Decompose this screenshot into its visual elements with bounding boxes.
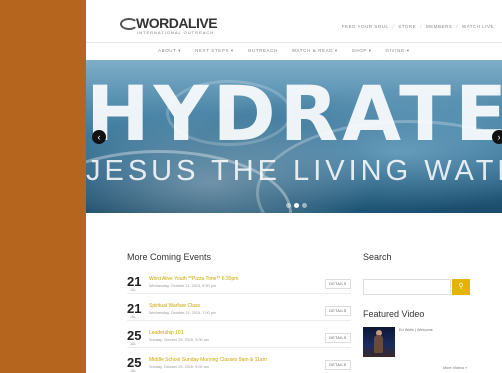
nav-item-shop[interactable]: SHOP ▾ xyxy=(352,48,372,54)
slider-dot[interactable] xyxy=(286,203,291,208)
top-link-feed-your-soul[interactable]: FEED YOUR SOUL xyxy=(342,24,389,29)
events-section: More Coming Events 21 JUL Word Alive You… xyxy=(127,252,351,373)
top-links: FEED YOUR SOUL / STORE / MEMBERS / WATCH… xyxy=(342,24,494,29)
video-caption-link[interactable]: Ed Wells | Welcome xyxy=(399,328,433,332)
left-background-bar xyxy=(0,0,86,373)
event-title-link[interactable]: Middle School Sunday Morning Classes 9am… xyxy=(149,357,267,363)
event-day: 21 xyxy=(127,274,142,289)
events-heading: More Coming Events xyxy=(127,252,212,262)
event-row: 25 JUL Leadership 101 Sunday, October 25… xyxy=(127,329,351,348)
featured-video-heading: Featured Video xyxy=(363,309,425,319)
event-month: JUL xyxy=(130,369,137,373)
nav-item-about[interactable]: ABOUT ▾ xyxy=(158,48,181,54)
event-day: 21 xyxy=(127,301,142,316)
hero-title: HYDRATE xyxy=(86,69,502,158)
search-heading: Search xyxy=(363,252,392,262)
nav-item-next-steps[interactable]: NEXT STEPS ▾ xyxy=(195,48,234,54)
event-month: JUL xyxy=(130,288,137,292)
video-thumbnail[interactable] xyxy=(363,327,395,357)
event-date: Sunday, October 25, 2015, 9:00 am xyxy=(149,365,209,369)
hero-subtitle: JESUS THE LIVING WATER xyxy=(86,155,502,187)
event-details-button[interactable]: DETAILS xyxy=(325,279,351,289)
site-header: WORDALIVE INTERNATIONAL OUTREACH FEED YO… xyxy=(86,0,502,40)
event-row: 25 JUL Middle School Sunday Morning Clas… xyxy=(127,356,351,373)
top-link-members[interactable]: MEMBERS xyxy=(426,24,452,29)
event-month: JUL xyxy=(130,315,137,319)
top-link-separator: / xyxy=(420,24,422,29)
logo-text: WORDALIVE xyxy=(136,15,218,31)
event-details-button[interactable]: DETAILS xyxy=(325,333,351,343)
search-input[interactable] xyxy=(363,279,451,295)
event-day: 25 xyxy=(127,355,142,370)
speaker-figure xyxy=(374,335,383,353)
chevron-right-icon[interactable]: › xyxy=(492,130,502,144)
website-page: WORDALIVE INTERNATIONAL OUTREACH FEED YO… xyxy=(86,0,502,373)
top-link-watch-live[interactable]: WATCH LIVE xyxy=(462,24,494,29)
top-link-separator: / xyxy=(392,24,395,29)
top-link-store[interactable]: STORE xyxy=(398,24,416,29)
search-button[interactable]: ⚲ xyxy=(452,279,470,295)
event-details-button[interactable]: DETAILS xyxy=(325,306,351,316)
event-row: 21 JUL Word Alive Youth **Pizza Time** 6… xyxy=(127,275,351,294)
event-date: Sunday, October 25, 2015, 9:00 am xyxy=(149,338,209,342)
event-title-link[interactable]: Spiritual Warfare Class xyxy=(149,303,200,309)
event-month: JUL xyxy=(130,342,137,346)
event-row: 21 JUL Spiritual Warfare Class Wednesday… xyxy=(127,302,351,321)
more-videos-link[interactable]: More Videos » xyxy=(443,366,467,370)
search-icon: ⚲ xyxy=(458,283,464,290)
event-date: Wednesday, October 21, 2015, 6:30 pm xyxy=(149,284,216,288)
event-title-link[interactable]: Word Alive Youth **Pizza Time** 6:30pm xyxy=(149,276,238,282)
event-details-button[interactable]: DETAILS xyxy=(325,360,351,370)
nav-item-watch-read[interactable]: WATCH & READ ▾ xyxy=(292,48,338,54)
logo-subtitle: INTERNATIONAL OUTREACH xyxy=(137,30,215,35)
hero-slider: HYDRATE JESUS THE LIVING WATER ‹ › xyxy=(86,60,502,213)
slider-dot[interactable] xyxy=(294,203,299,208)
top-link-separator: / xyxy=(456,24,458,29)
nav-item-giving[interactable]: GIVING ▾ xyxy=(386,48,410,54)
slider-dots xyxy=(286,203,307,208)
event-day: 25 xyxy=(127,328,142,343)
nav-item-outreach[interactable]: OUTREACH xyxy=(248,48,278,54)
event-title-link[interactable]: Leadership 101 xyxy=(149,330,183,336)
slider-dot[interactable] xyxy=(302,203,307,208)
event-date: Wednesday, October 21, 2015, 7:00 pm xyxy=(149,311,216,315)
chevron-left-icon[interactable]: ‹ xyxy=(92,130,106,144)
main-nav: ABOUT ▾ NEXT STEPS ▾ OUTREACH WATCH & RE… xyxy=(86,42,502,61)
